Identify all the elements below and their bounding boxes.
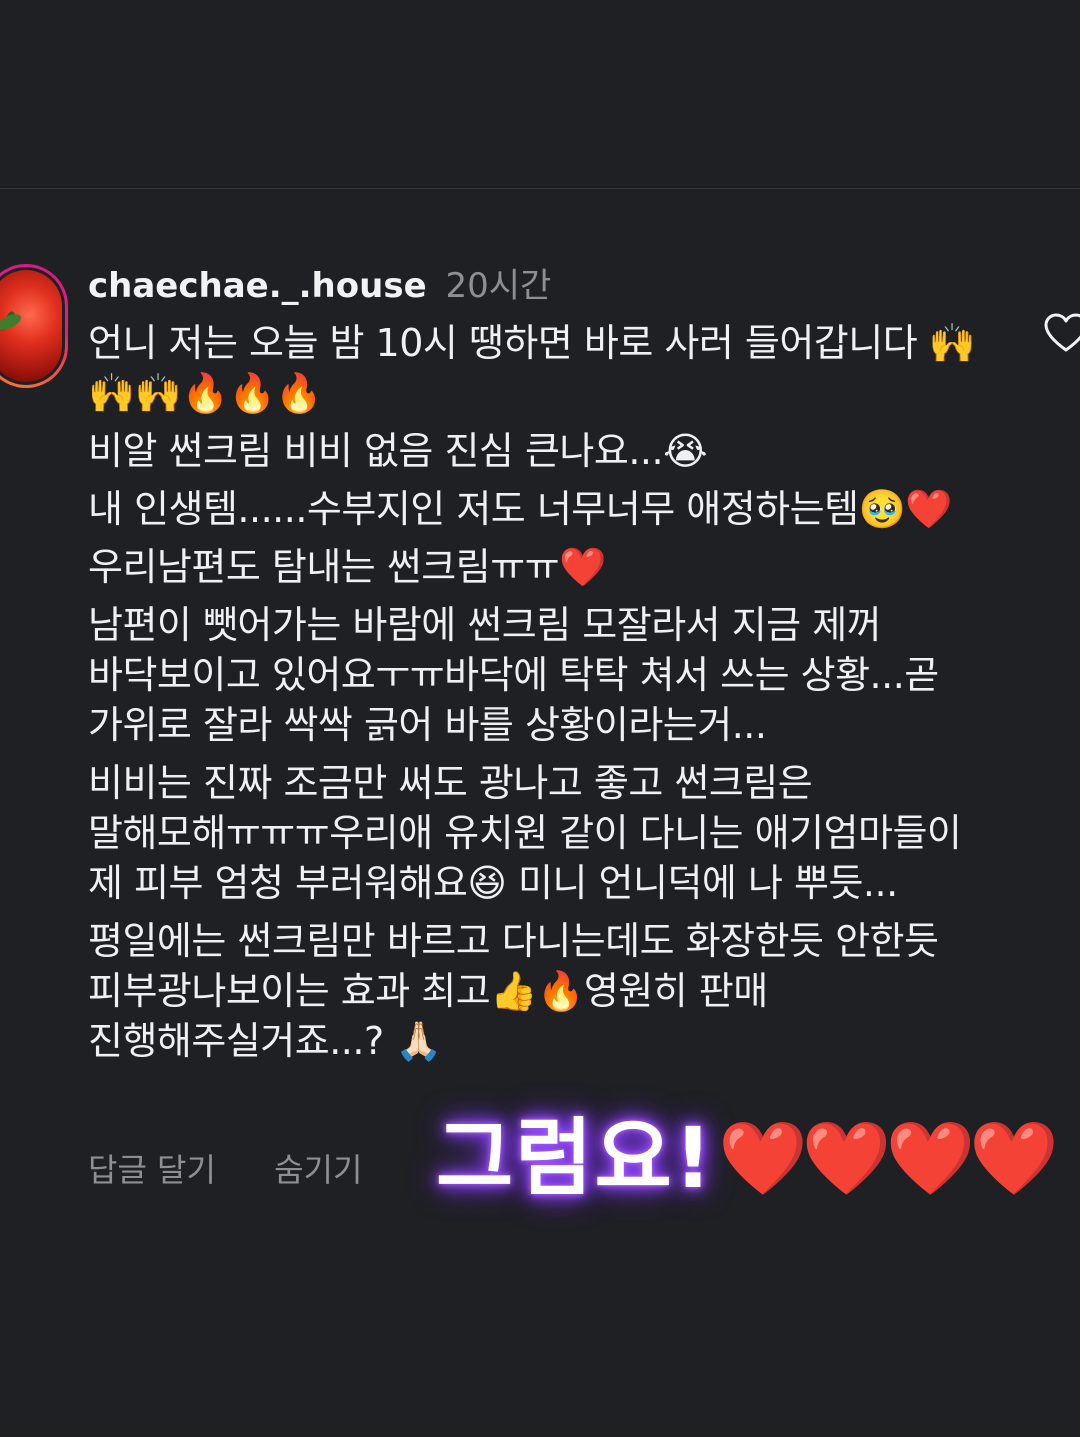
comment-paragraph: 비알 썬크림 비비 없음 진심 큰나요...😭 [88, 429, 707, 473]
section-divider [0, 188, 1080, 189]
comment-paragraph: 남편이 뺏어가는 바람에 썬크림 모잘라서 지금 제꺼 바닥보이고 있어요ㅜㅠ바… [88, 603, 939, 747]
comment-body: 언니 저는 오늘 밤 10시 땡하면 바로 사러 들어갑니다 🙌🙌🙌🔥🔥🔥 비알… [88, 318, 988, 1074]
comment-timestamp: 20시간 [445, 266, 552, 306]
overlay-hearts: ❤️❤️❤️❤️ [718, 1116, 1059, 1200]
tomato-leaf [0, 311, 24, 333]
comment-paragraph: 언니 저는 오늘 밤 10시 땡하면 바로 사러 들어갑니다 🙌🙌🙌🔥🔥🔥 [88, 321, 976, 415]
overlay-text: 그럼요! [436, 1109, 715, 1207]
reply-overlay: 그럼요! ❤️❤️❤️❤️ [436, 1108, 1059, 1208]
heart-outline-icon[interactable] [1044, 312, 1080, 356]
tomato-avatar-icon [0, 270, 62, 382]
comment-paragraph: 비비는 진짜 조금만 써도 광나고 좋고 썬크림은 말해모해ㅠㅠㅠ우리애 유치원… [88, 761, 962, 905]
avatar[interactable] [0, 264, 68, 388]
hide-button[interactable]: 숨기기 [274, 1151, 362, 1189]
comment-paragraph: 우리남편도 탐내는 썬크림ㅠㅠ❤️ [88, 545, 606, 589]
comment-username[interactable]: chaechae._.house [88, 266, 427, 306]
avatar-ring [0, 267, 65, 385]
comment-actions: 답글 달기 숨기기 [88, 1148, 410, 1192]
comment-paragraph: 내 인생템......수부지인 저도 너무너무 애정하는템🥹❤️ [88, 487, 953, 531]
reply-button[interactable]: 답글 달기 [88, 1151, 216, 1189]
comment-paragraph: 평일에는 썬크림만 바르고 다니는데도 화장한듯 안한듯 피부광나보이는 효과 … [88, 919, 939, 1063]
comment-header: chaechae._.house 20시간 [88, 264, 551, 308]
